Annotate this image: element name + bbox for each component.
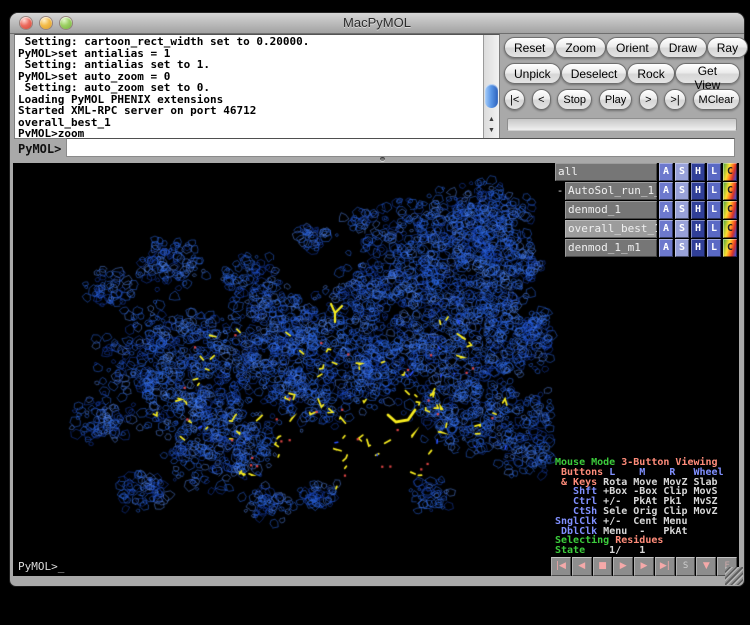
s-menu-button[interactable]: S (675, 182, 689, 200)
object-name-denmod-1-m1[interactable]: denmod_1_m1 (565, 239, 657, 257)
movie-step-back-button[interactable]: ◀ (572, 557, 592, 576)
resize-grip[interactable] (725, 567, 743, 585)
scroll-down-icon[interactable]: ▼ (484, 126, 499, 136)
console-scrollbar[interactable]: ▲ ▼ (483, 35, 499, 138)
h-menu-button[interactable]: H (691, 239, 705, 257)
console-line: PyMOL>zoom (18, 128, 482, 137)
object-list-panel: allASHLC-AutoSol_run_1_ASHLCdenmod_1ASHL… (555, 163, 737, 258)
console-line: overall_best_1 (18, 117, 482, 129)
scrollbar-thumb[interactable] (485, 84, 498, 108)
object-name-denmod-1[interactable]: denmod_1 (565, 201, 657, 219)
l-menu-button[interactable]: L (707, 239, 721, 257)
console-line: Setting: cartoon_rect_width set to 0.200… (18, 36, 482, 48)
pymol-button-rock[interactable]: Rock (627, 63, 674, 84)
h-menu-button[interactable]: H (691, 182, 705, 200)
movie-control-bar: |◀◀■▶▶▶|S▼F (551, 557, 737, 576)
mouse-mode-panel[interactable]: Mouse Mode 3-Button Viewing Buttons L M … (555, 458, 736, 556)
title-bar[interactable]: MacPyMOL (10, 13, 744, 34)
console-line: Started XML-RPC server on port 46712 (18, 105, 482, 117)
object-name-all[interactable]: all (555, 163, 657, 181)
h-menu-button[interactable]: H (691, 201, 705, 219)
mouse-panel-line: State 1/ 1 (555, 546, 736, 556)
mouse-panel-text: State (555, 545, 591, 556)
c-menu-button[interactable]: C (723, 239, 737, 257)
viewport-prompt: PyMOL>_ (18, 560, 64, 573)
pymol-button-stop[interactable]: Stop (557, 89, 592, 110)
button-row-movie: |< < Stop Play > >| MClear (504, 89, 740, 110)
s-menu-button[interactable]: S (675, 201, 689, 219)
h-menu-button[interactable]: H (691, 163, 705, 181)
c-menu-button[interactable]: C (723, 220, 737, 238)
object-name-overall-best-1[interactable]: overall_best_1 (565, 220, 657, 238)
pymol-button-ctrl-5[interactable]: >| (664, 89, 685, 110)
console-line: Setting: auto_zoom set to 0. (18, 82, 482, 94)
object-row: -AutoSol_run_1_ASHLC (555, 182, 737, 200)
pymol-button-ctrl-1[interactable]: < (532, 89, 550, 110)
l-menu-button[interactable]: L (707, 220, 721, 238)
movie-down-button[interactable]: ▼ (696, 557, 716, 576)
mouse-panel-text: 1/ 1 (591, 545, 645, 556)
pymol-button-mclear[interactable]: MClear (693, 89, 740, 110)
window-title: MacPyMOL (10, 13, 744, 33)
c-menu-button[interactable]: C (723, 163, 737, 181)
indent-spacer (555, 220, 565, 238)
a-menu-button[interactable]: A (659, 163, 673, 181)
expand-toggle[interactable]: - (555, 182, 565, 200)
button-row-2: UnpickDeselectRockGet View (504, 63, 740, 84)
s-menu-button[interactable]: S (675, 220, 689, 238)
h-menu-button[interactable]: H (691, 220, 705, 238)
s-menu-button[interactable]: S (675, 239, 689, 257)
object-name-autosol-run-1[interactable]: AutoSol_run_1_ (565, 182, 657, 200)
feedback-progress-strip (507, 118, 737, 131)
console-output: Setting: cartoon_rect_width set to 0.200… (18, 36, 482, 137)
object-row: denmod_1_m1ASHLC (555, 239, 737, 257)
pymol-button-draw[interactable]: Draw (659, 37, 707, 58)
movie-step-forward-button[interactable]: ▶ (634, 557, 654, 576)
a-menu-button[interactable]: A (659, 182, 673, 200)
scroll-up-icon[interactable]: ▲ (484, 115, 499, 125)
c-menu-button[interactable]: C (723, 201, 737, 219)
macpymol-window: MacPyMOL Setting: cartoon_rect_width set… (10, 13, 744, 586)
minimize-button[interactable] (40, 17, 52, 29)
log-console[interactable]: Setting: cartoon_rect_width set to 0.200… (14, 34, 500, 139)
3d-viewport[interactable]: PyMOL>_ allASHLC-AutoSol_run_1_ASHLCdenm… (13, 163, 739, 576)
pymol-button-play[interactable]: Play (599, 89, 632, 110)
indent-spacer (555, 239, 565, 257)
movie-play-button[interactable]: ▶ (613, 557, 633, 576)
movie-rewind-button[interactable]: |◀ (551, 557, 571, 576)
pymol-button-deselect[interactable]: Deselect (561, 63, 628, 84)
object-row: overall_best_1ASHLC (555, 220, 737, 238)
splitter-handle[interactable] (380, 157, 385, 161)
c-menu-button[interactable]: C (723, 182, 737, 200)
pymol-button-ray[interactable]: Ray (707, 37, 748, 58)
command-prompt-label: PyMOL> (18, 142, 61, 156)
l-menu-button[interactable]: L (707, 163, 721, 181)
control-button-panel: ResetZoomOrientDrawRay UnpickDeselectRoc… (504, 37, 740, 115)
traffic-lights (20, 17, 72, 29)
l-menu-button[interactable]: L (707, 201, 721, 219)
pymol-button-ctrl-0[interactable]: |< (504, 89, 525, 110)
console-line: Setting: antialias set to 1. (18, 59, 482, 71)
object-row: allASHLC (555, 163, 737, 181)
pymol-button-zoom[interactable]: Zoom (555, 37, 606, 58)
a-menu-button[interactable]: A (659, 201, 673, 219)
object-row: denmod_1ASHLC (555, 201, 737, 219)
a-menu-button[interactable]: A (659, 220, 673, 238)
pymol-button-unpick[interactable]: Unpick (504, 63, 561, 84)
movie-stop-button[interactable]: ■ (593, 557, 613, 576)
button-row-1: ResetZoomOrientDrawRay (504, 37, 740, 58)
s-menu-button[interactable]: S (675, 163, 689, 181)
pymol-button-ctrl-4[interactable]: > (639, 89, 657, 110)
movie-scene-button[interactable]: S (676, 557, 696, 576)
movie-end-button[interactable]: ▶| (655, 557, 675, 576)
l-menu-button[interactable]: L (707, 182, 721, 200)
close-button[interactable] (20, 17, 32, 29)
zoom-window-button[interactable] (60, 17, 72, 29)
indent-spacer (555, 201, 565, 219)
pymol-button-orient[interactable]: Orient (606, 37, 659, 58)
a-menu-button[interactable]: A (659, 239, 673, 257)
pymol-button-get-view[interactable]: Get View (675, 63, 740, 84)
pymol-button-reset[interactable]: Reset (504, 37, 555, 58)
command-input[interactable] (66, 138, 735, 157)
